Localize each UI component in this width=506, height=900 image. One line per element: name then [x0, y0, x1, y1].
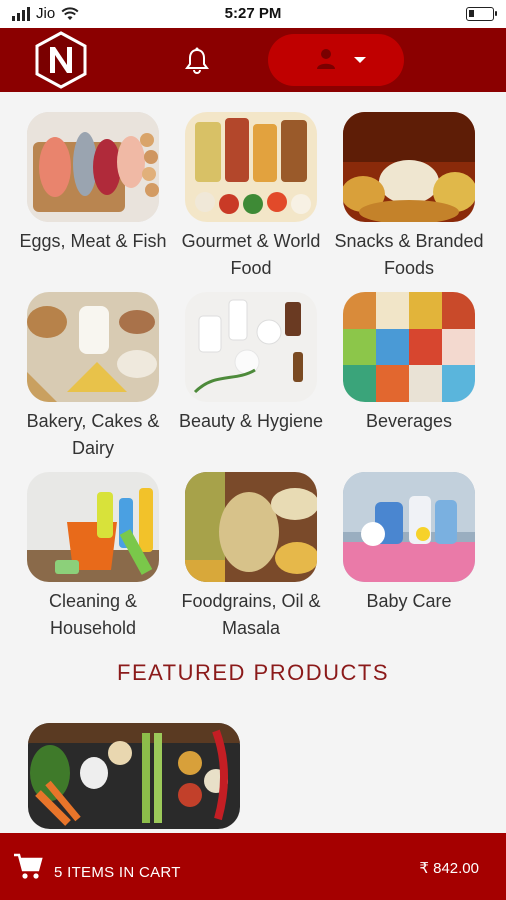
category-foodgrains-oil-masala[interactable]: Foodgrains, Oil & Masala [172, 472, 330, 642]
category-label: Foodgrains, Oil & Masala [181, 591, 321, 638]
status-time: 5:27 PM [224, 5, 282, 22]
category-eggs-meat-fish[interactable]: Eggs, Meat & Fish [14, 112, 172, 255]
category-image-gourmet-world-food [185, 112, 317, 222]
category-gourmet-world-food[interactable]: Gourmet & World Food [172, 112, 330, 282]
category-cleaning-household[interactable]: Cleaning & Household [14, 472, 172, 642]
account-menu-button[interactable] [268, 34, 404, 86]
cart-total: ₹ 842.00 [419, 860, 479, 877]
category-label: Eggs, Meat & Fish [19, 231, 167, 251]
category-image-beauty-hygiene [185, 292, 317, 402]
category-beauty-hygiene[interactable]: Beauty & Hygiene [172, 292, 330, 435]
category-label: Bakery, Cakes & Dairy [26, 411, 160, 458]
status-bar: Jio 5:27 PM [0, 0, 506, 28]
bell-icon[interactable] [182, 46, 212, 76]
category-image-snacks-branded-foods [343, 112, 475, 222]
category-label: Beverages [365, 411, 453, 431]
cart-bar[interactable]: 5 ITEMS IN CART ₹ 842.00 [0, 833, 506, 900]
category-baby-care[interactable]: Baby Care [330, 472, 488, 615]
user-icon [317, 49, 335, 69]
caret-down-icon [354, 57, 366, 63]
cart-icon [14, 853, 43, 879]
category-image-eggs-meat-fish [27, 112, 159, 222]
category-label: Snacks & Branded Foods [334, 231, 484, 278]
category-image-beverages [343, 292, 475, 402]
category-image-cleaning-household [27, 472, 159, 582]
featured-product-image [28, 723, 240, 829]
category-beverages[interactable]: Beverages [330, 292, 488, 435]
category-label: Cleaning & Household [48, 591, 138, 638]
category-image-baby-care [343, 472, 475, 582]
featured-product-card[interactable] [28, 723, 240, 829]
category-label: Gourmet & World Food [181, 231, 321, 278]
cart-item-count: 5 ITEMS IN CART [54, 864, 181, 881]
brand-logo[interactable] [32, 31, 90, 89]
category-bakery-cakes-dairy[interactable]: Bakery, Cakes & Dairy [14, 292, 172, 462]
category-image-foodgrains-oil-masala [185, 472, 317, 582]
category-image-bakery-cakes-dairy [27, 292, 159, 402]
category-snacks-branded-foods[interactable]: Snacks & Branded Foods [330, 112, 488, 282]
featured-products-heading: FEATURED PRODUCTS [117, 660, 389, 685]
battery-icon [466, 7, 497, 21]
app-header [0, 28, 506, 92]
category-label: Baby Care [366, 591, 452, 611]
category-label: Beauty & Hygiene [178, 411, 324, 431]
